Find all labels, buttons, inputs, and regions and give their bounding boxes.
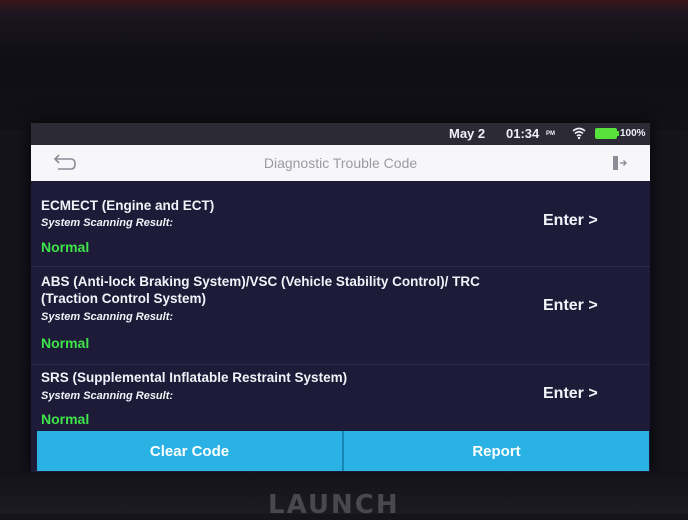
status-ampm: PM bbox=[546, 131, 555, 137]
enter-button[interactable]: Enter > bbox=[543, 297, 598, 315]
status-time: 01:34 bbox=[506, 126, 540, 141]
scan-result-label: System Scanning Result: bbox=[41, 217, 174, 229]
scan-result-label: System Scanning Result: bbox=[41, 390, 174, 402]
brand-logo: LAUNCH bbox=[268, 490, 400, 520]
action-bar: Clear Code Report bbox=[37, 431, 649, 471]
report-button[interactable]: Report bbox=[344, 431, 649, 471]
system-list: ECMECT (Engine and ECT) System Scanning … bbox=[31, 181, 650, 431]
title-bar: Diagnostic Trouble Code bbox=[31, 145, 650, 181]
exit-icon[interactable] bbox=[611, 155, 627, 171]
status-bar: May 2 01:34 PM 100% bbox=[31, 123, 650, 145]
battery-icon bbox=[595, 128, 617, 139]
device-screen: May 2 01:34 PM 100% Diagnostic Trouble C… bbox=[31, 123, 650, 475]
system-name: ECMECT (Engine and ECT) bbox=[41, 198, 215, 213]
list-item: ABS (Anti-lock Braking System)/VSC (Vehi… bbox=[31, 267, 650, 367]
scan-result-label: System Scanning Result: bbox=[41, 311, 174, 323]
scan-result-status: Normal bbox=[41, 335, 90, 351]
battery-percent: 100% bbox=[620, 128, 646, 139]
battery-tip bbox=[617, 131, 619, 136]
page-title: Diagnostic Trouble Code bbox=[263, 155, 418, 171]
scan-result-status: Normal bbox=[41, 239, 90, 255]
list-item: SRS (Supplemental Inflatable Restraint S… bbox=[31, 365, 650, 431]
status-date: May 2 bbox=[449, 126, 486, 141]
list-item: ECMECT (Engine and ECT) System Scanning … bbox=[31, 181, 650, 259]
device-bezel-top bbox=[0, 0, 688, 130]
clear-code-button[interactable]: Clear Code bbox=[37, 431, 342, 471]
system-name: ABS (Anti-lock Braking System)/VSC (Vehi… bbox=[41, 274, 480, 306]
scan-result-status: Normal bbox=[41, 411, 90, 427]
system-name: SRS (Supplemental Inflatable Restraint S… bbox=[41, 370, 348, 385]
enter-button[interactable]: Enter > bbox=[543, 212, 598, 230]
wifi-icon bbox=[572, 127, 586, 140]
enter-button[interactable]: Enter > bbox=[543, 385, 598, 403]
